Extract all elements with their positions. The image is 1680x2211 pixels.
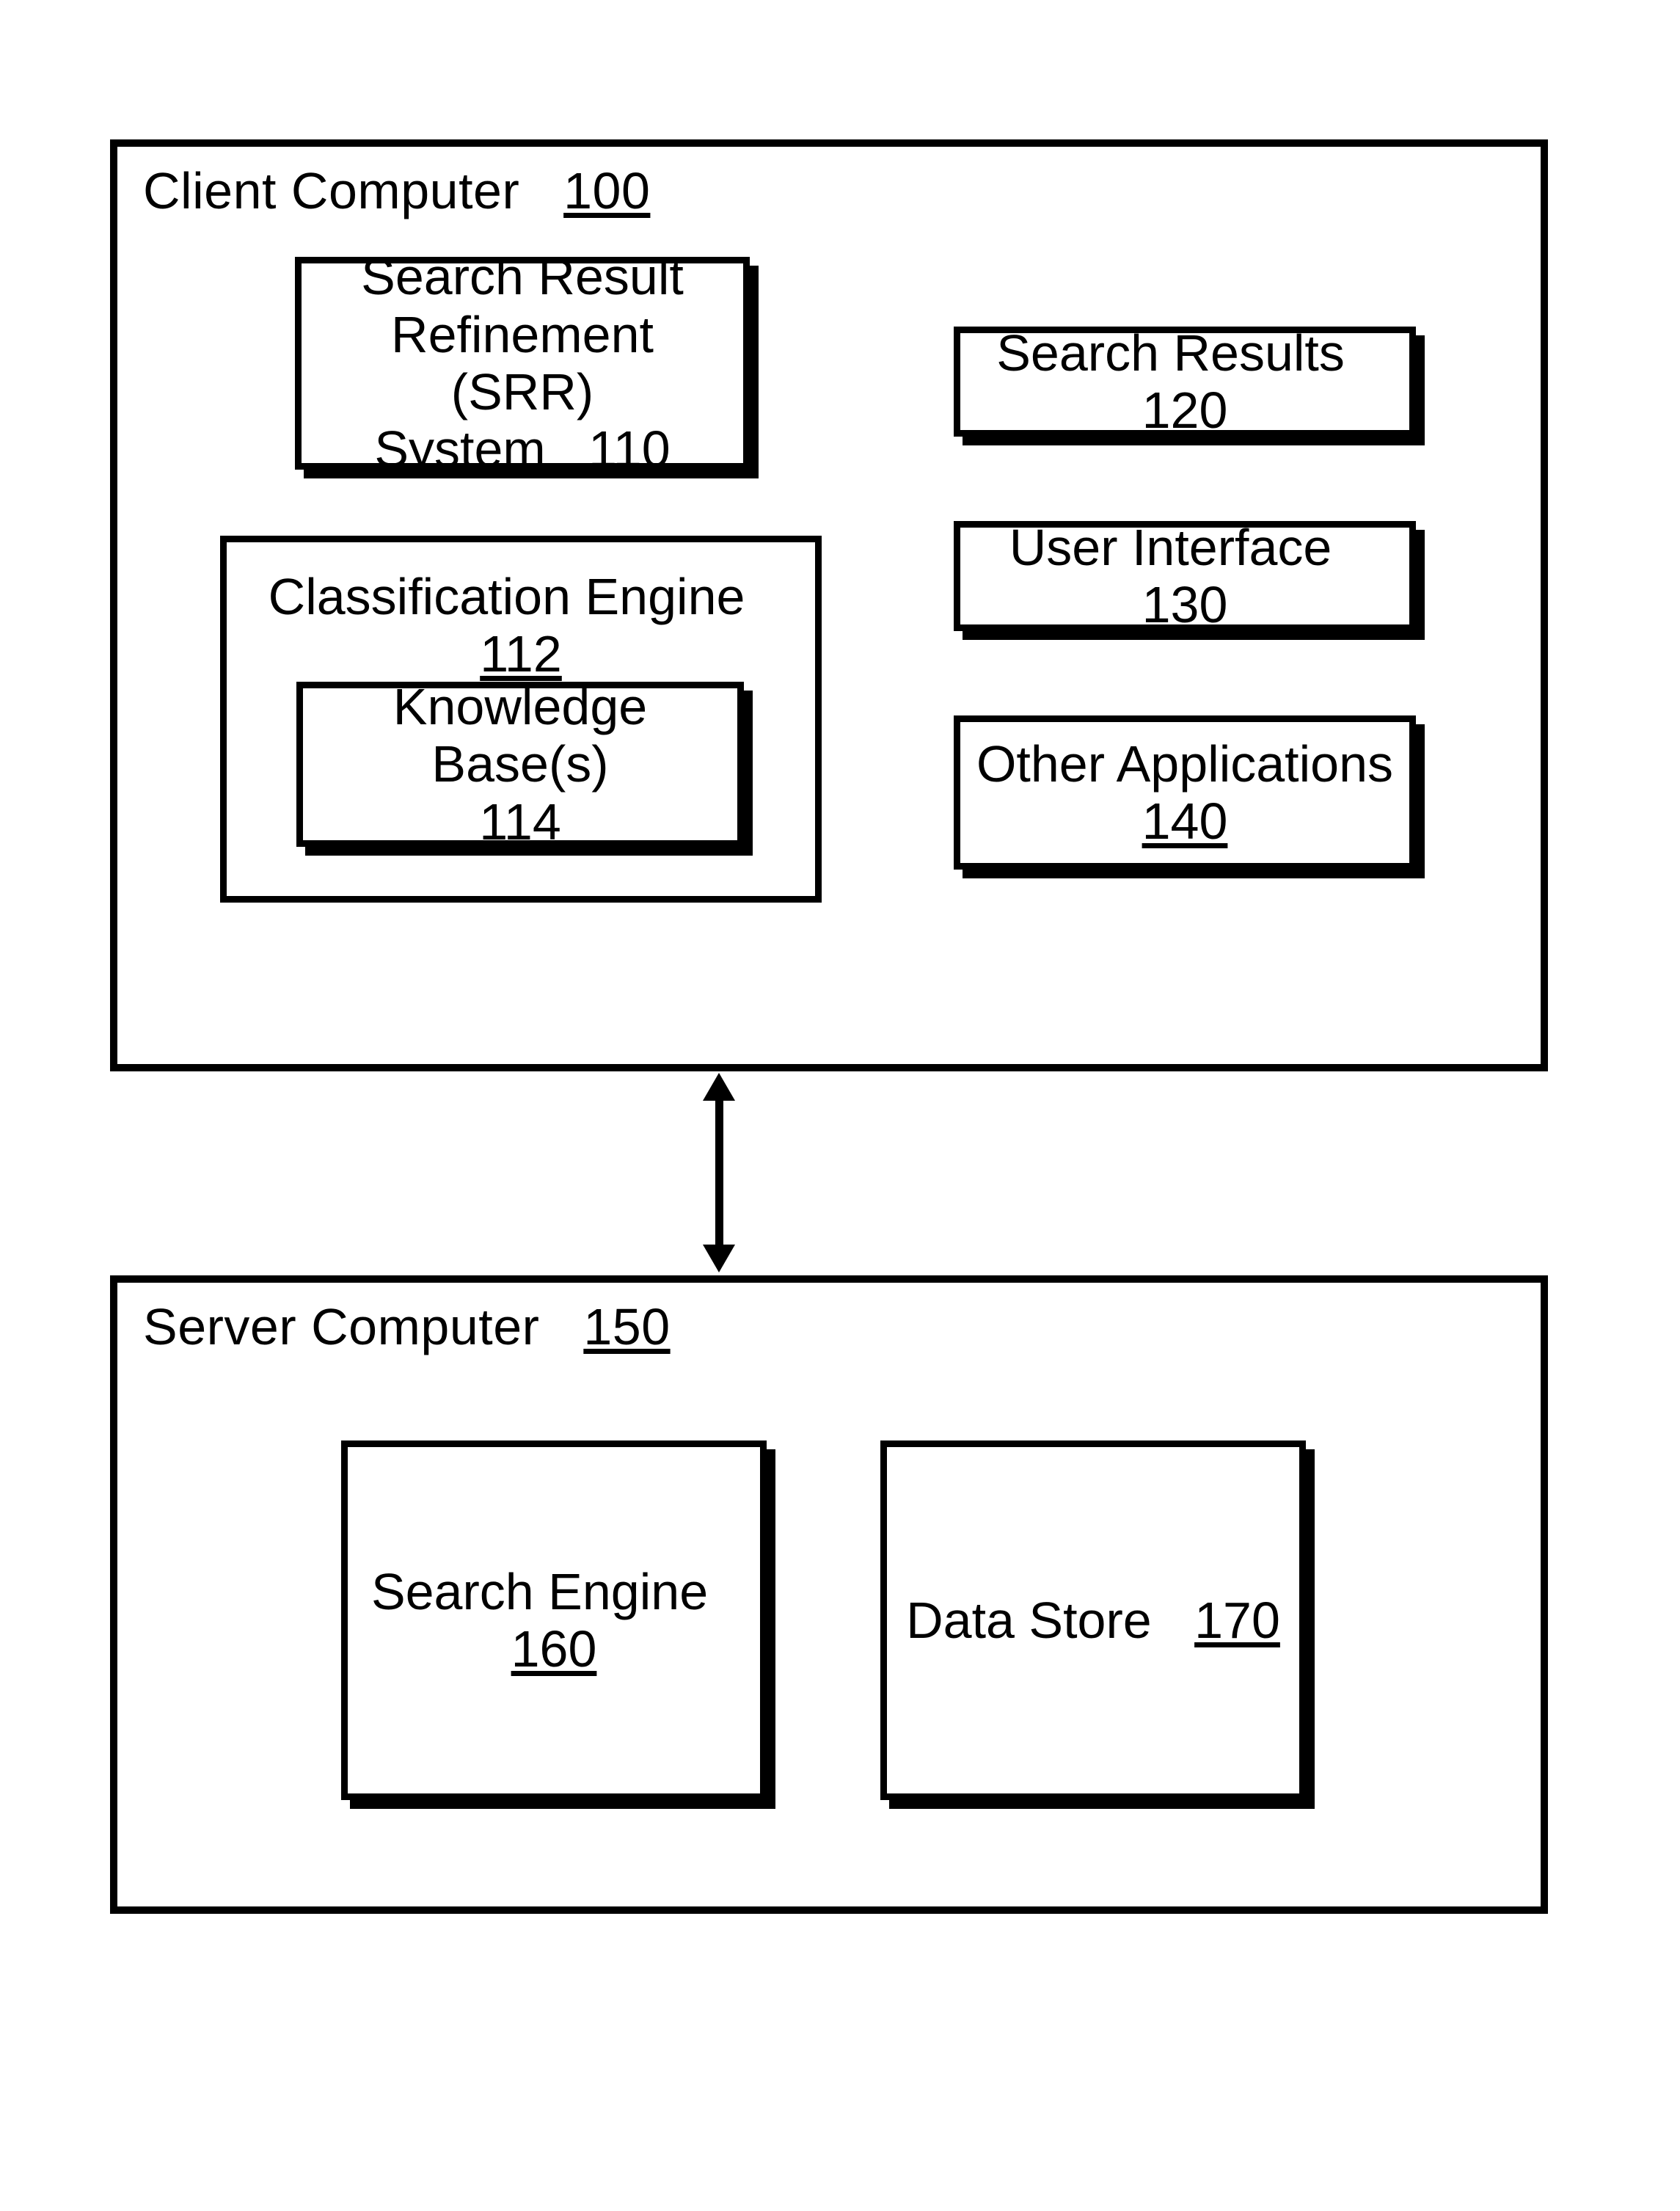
arrow-shaft — [715, 1099, 723, 1246]
search-results-box: Search Results 120 — [954, 327, 1416, 437]
client-computer-box: Client Computer 100 Search Result Refine… — [110, 139, 1548, 1071]
client-computer-label: Client Computer 100 — [143, 161, 650, 220]
search-results-ref: 120 — [1142, 382, 1228, 439]
kb-ref: 114 — [479, 793, 561, 850]
srr-line3-ref: 110 — [588, 420, 671, 478]
classification-text: Classification Engine — [269, 568, 745, 625]
user-interface-label: User Interface 130 — [975, 519, 1395, 634]
search-engine-ref: 160 — [511, 1620, 597, 1678]
srr-line3: System 110 — [374, 420, 670, 478]
classification-ref: 112 — [480, 625, 562, 682]
classification-label: Classification Engine 112 — [241, 568, 800, 683]
srr-line2: Refinement (SRR) — [316, 306, 728, 421]
user-interface-ref: 130 — [1142, 576, 1228, 633]
server-title-text: Server Computer — [143, 1298, 539, 1355]
data-store-box: Data Store 170 — [880, 1440, 1306, 1800]
search-engine-text: Search Engine — [371, 1563, 708, 1620]
other-apps-text: Other Applications — [976, 735, 1393, 793]
search-results-label: Search Results 120 — [975, 324, 1395, 440]
server-computer-box: Server Computer 150 Search Engine 160 Da… — [110, 1275, 1548, 1914]
arrow-head-up-icon — [703, 1073, 735, 1101]
client-title-text: Client Computer — [143, 162, 519, 219]
user-interface-box: User Interface 130 — [954, 521, 1416, 631]
srr-line3-text: System — [374, 420, 545, 478]
arrow-head-down-icon — [703, 1245, 735, 1272]
data-store-label: Data Store 170 — [906, 1592, 1280, 1649]
knowledge-base-box: Knowledge Base(s) 114 — [296, 682, 744, 847]
other-apps-ref: 140 — [1142, 793, 1228, 850]
server-title-ref: 150 — [583, 1298, 670, 1355]
client-title-ref: 100 — [563, 162, 650, 219]
search-results-text: Search Results — [996, 324, 1345, 382]
srr-line1: Search Result — [361, 248, 684, 305]
srr-system-box: Search Result Refinement (SRR) System 11… — [295, 257, 750, 470]
user-interface-text: User Interface — [1009, 519, 1332, 576]
kb-text: Knowledge Base(s) — [318, 678, 723, 793]
data-store-ref: 170 — [1194, 1592, 1280, 1649]
other-applications-box: Other Applications 140 — [954, 715, 1416, 870]
data-store-text: Data Store — [906, 1592, 1152, 1649]
search-engine-box: Search Engine 160 — [341, 1440, 767, 1800]
classification-engine-box: Classification Engine 112 Knowledge Base… — [220, 536, 822, 903]
server-computer-label: Server Computer 150 — [143, 1297, 671, 1356]
search-engine-label: Search Engine 160 — [362, 1563, 745, 1678]
